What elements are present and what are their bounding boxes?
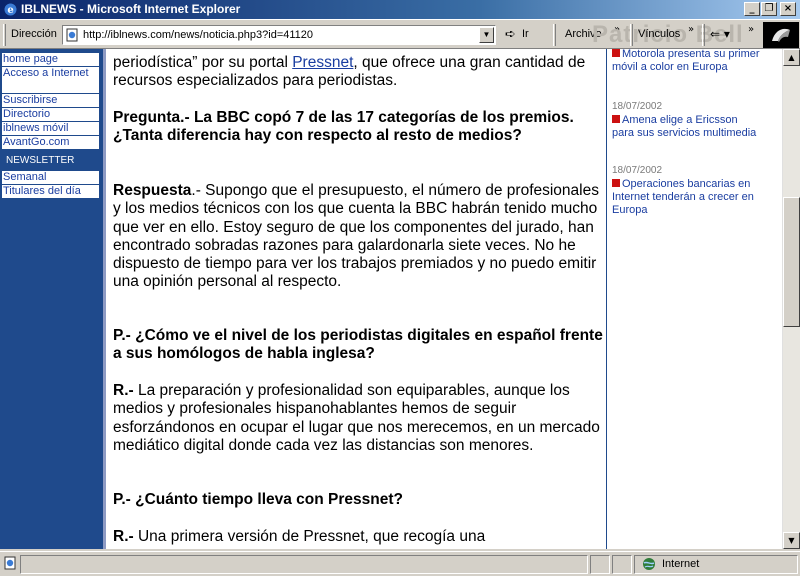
- news-date: 18/07/2002: [612, 101, 663, 112]
- answer-1: Respuesta.- Supongo que el presupuesto, …: [113, 182, 603, 292]
- bullet-icon: [612, 49, 620, 57]
- title-bar: e IBLNEWS - Microsoft Internet Explorer …: [0, 0, 800, 19]
- close-button[interactable]: ×: [780, 2, 796, 16]
- nav-link-titulares[interactable]: Titulares del día: [2, 185, 99, 198]
- address-dropdown-button[interactable]: ▼: [479, 27, 494, 43]
- answer-3: R.- Una primera versión de Pressnet, que…: [113, 528, 603, 546]
- zone-pane: [634, 555, 798, 574]
- news-item[interactable]: Amena elige a Ericsson para sus servicio…: [612, 114, 762, 140]
- chevron-up-icon: ▲: [788, 53, 795, 62]
- answer-label: Respuesta: [113, 182, 192, 199]
- news-date: 18/07/2002: [612, 165, 663, 176]
- toolbar-grip[interactable]: [3, 24, 6, 46]
- news-item[interactable]: Motorola presenta su primer móvil a colo…: [612, 49, 762, 74]
- ie-icon: e: [4, 3, 17, 16]
- chevron-right-icon[interactable]: »: [688, 24, 694, 35]
- page-icon: [66, 28, 78, 42]
- address-input[interactable]: http://iblnews.com/news/noticia.php3?id=…: [62, 25, 496, 45]
- news-title: Motorola presenta su primer móvil a colo…: [612, 49, 760, 73]
- page-icon: [4, 556, 16, 570]
- bullet-icon: [612, 115, 620, 123]
- back-button[interactable]: ⇐ ▾: [710, 27, 730, 41]
- answer-text: Una primera versión de Pressnet, que rec…: [133, 528, 486, 545]
- pressnet-link[interactable]: Pressnet: [292, 54, 353, 71]
- status-pane: [612, 555, 632, 574]
- back-arrow-icon: ⇐ ▾: [710, 27, 730, 41]
- left-navigation: home page Acceso a Internet Suscribirse …: [0, 49, 103, 549]
- address-label: Dirección: [11, 28, 57, 40]
- headlines-column: Motorola presenta su primer móvil a colo…: [606, 49, 783, 549]
- window-title: IBLNEWS - Microsoft Internet Explorer: [21, 2, 241, 16]
- answer-label: R.-: [113, 528, 134, 545]
- go-arrow-icon: ➪: [505, 27, 516, 42]
- address-url: http://iblnews.com/news/noticia.php3?id=…: [83, 29, 314, 41]
- scroll-up-button[interactable]: ▲: [783, 49, 800, 66]
- chevron-right-icon[interactable]: »: [748, 24, 754, 35]
- globe-icon: [643, 558, 655, 570]
- menu-vinculos[interactable]: Vínculos: [638, 28, 680, 40]
- status-pane: [20, 555, 588, 574]
- minimize-icon: _: [749, 3, 755, 14]
- status-pane: [590, 555, 610, 574]
- status-bar: Internet: [0, 551, 800, 576]
- news-title: Amena elige a Ericsson para sus servicio…: [612, 114, 757, 139]
- article-paragraph: periodística” por su portal Pressnet, qu…: [113, 54, 603, 91]
- nav-link-acceso[interactable]: Acceso a Internet: [2, 67, 99, 93]
- toolbar-grip[interactable]: [702, 24, 705, 46]
- nav-link-avantgo[interactable]: AvantGo.com: [2, 136, 99, 149]
- nav-link-suscribirse[interactable]: Suscribirse: [2, 94, 99, 107]
- go-button[interactable]: ➪ Ir: [502, 26, 542, 44]
- news-item[interactable]: Operaciones bancarias en Internet tender…: [612, 178, 762, 217]
- page-content: home page Acceso a Internet Suscribirse …: [0, 49, 800, 549]
- scroll-down-button[interactable]: ▼: [783, 532, 800, 549]
- windows-logo-icon: [763, 22, 799, 48]
- browser-window: e IBLNEWS - Microsoft Internet Explorer …: [0, 0, 800, 576]
- chevron-down-icon: ▼: [482, 30, 491, 39]
- nav-link-semanal[interactable]: Semanal: [2, 171, 99, 184]
- minimize-button[interactable]: _: [744, 2, 760, 16]
- news-title: Operaciones bancarias en Internet tender…: [612, 178, 754, 216]
- chevron-down-icon: ▼: [788, 536, 795, 545]
- maximize-icon: ❐: [764, 3, 774, 14]
- scroll-thumb[interactable]: [783, 197, 800, 327]
- svg-text:e: e: [7, 5, 13, 16]
- go-label: Ir: [522, 28, 529, 40]
- maximize-button[interactable]: ❐: [761, 2, 777, 16]
- answer-label: R.-: [113, 382, 134, 399]
- article-text: periodística” por su portal: [113, 54, 293, 71]
- toolbar-grip[interactable]: [630, 24, 633, 46]
- answer-text: La preparación y profesionalidad son equ…: [113, 382, 600, 454]
- nav-link-directorio[interactable]: Directorio: [2, 108, 99, 121]
- nav-link-movil[interactable]: iblnews móvil: [2, 122, 99, 135]
- answer-2: R.- La preparación y profesionalidad son…: [113, 382, 603, 455]
- security-zone: Internet: [662, 558, 700, 570]
- question-3: P.- ¿Cuánto tiempo lleva con Pressnet?: [113, 491, 403, 508]
- close-icon: ×: [783, 3, 793, 14]
- article-body: periodística” por su portal Pressnet, qu…: [106, 49, 606, 549]
- bullet-icon: [612, 179, 620, 187]
- toolbar-grip[interactable]: [553, 24, 556, 46]
- nav-link-home[interactable]: home page: [2, 53, 99, 66]
- question-1: Pregunta.- La BBC copó 7 de las 17 categ…: [113, 109, 574, 145]
- vertical-scrollbar[interactable]: ▲ ▼: [783, 49, 800, 549]
- address-toolbar: Dirección http://iblnews.com/news/notici…: [0, 19, 800, 49]
- newsletter-heading: NEWSLETTER: [2, 153, 99, 169]
- question-2: P.- ¿Cómo ve el nivel de los periodistas…: [113, 327, 603, 363]
